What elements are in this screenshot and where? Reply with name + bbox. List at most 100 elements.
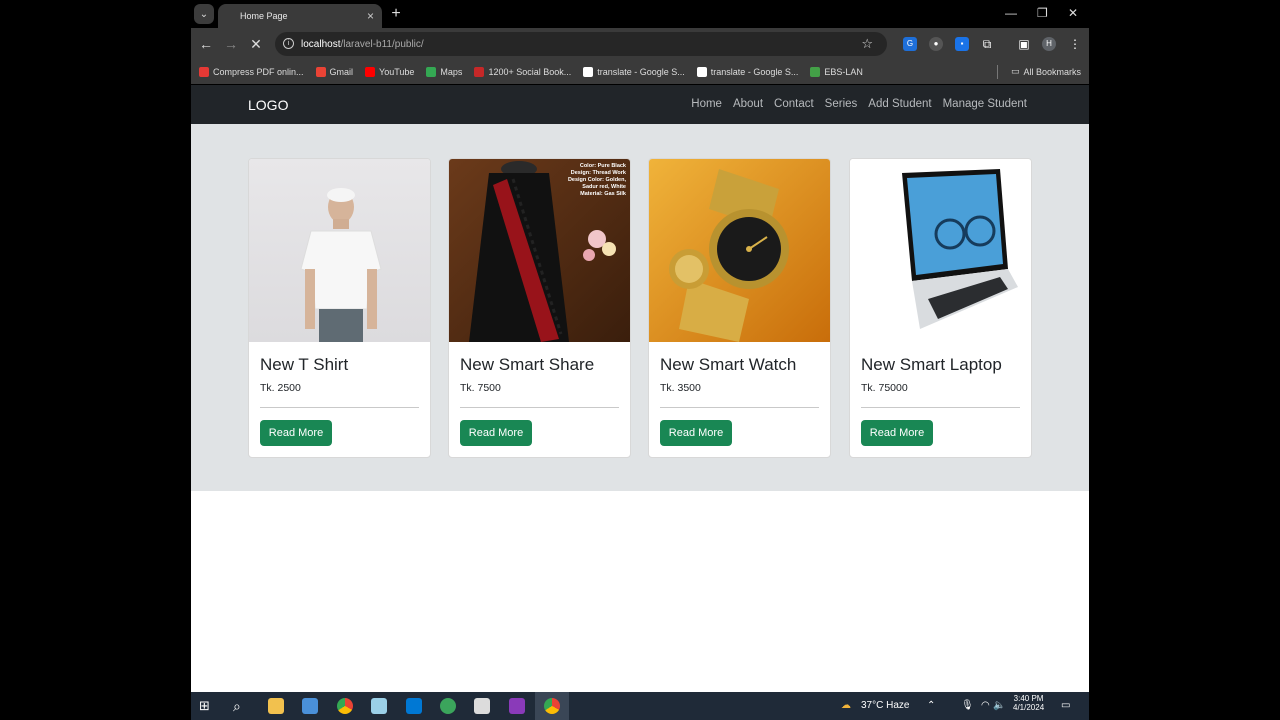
browser-menu-icon[interactable]: ⋮ — [1068, 37, 1082, 51]
product-price: Tk. 75000 — [861, 382, 908, 394]
watch-product-image — [649, 159, 830, 342]
all-bookmarks-label: All Bookmarks — [1023, 66, 1081, 77]
product-price: Tk. 7500 — [460, 382, 501, 394]
bookmark-label: YouTube — [379, 67, 415, 77]
product-title: New Smart Share — [460, 355, 595, 374]
extension-blue-icon[interactable]: ▪ — [955, 37, 969, 51]
card-divider — [460, 407, 619, 408]
notification-icon[interactable]: ▭ — [1061, 700, 1070, 711]
google-icon — [583, 67, 594, 77]
bookmark-item[interactable]: YouTube — [365, 67, 414, 77]
forward-arrow-icon[interactable]: → — [223, 36, 239, 52]
products-section: New T Shirt Tk. 2500 Read More Color: Pu… — [191, 124, 1089, 491]
bookmark-item[interactable]: translate - Google S... — [583, 67, 685, 77]
ebs-icon — [810, 67, 821, 77]
browser-tab-strip: ⌄ Home Page × + — ❐ ✕ — [0, 0, 1280, 28]
file-explorer-icon[interactable] — [268, 698, 284, 714]
tab-title: Home Page — [240, 11, 288, 21]
store-icon[interactable] — [302, 698, 318, 714]
product-title: New T Shirt — [260, 355, 349, 374]
chrome-icon[interactable] — [337, 698, 353, 714]
tray-chevron-icon[interactable]: ⌃ — [927, 700, 935, 711]
laptop-picture — [902, 169, 1018, 329]
bookmarks-divider — [997, 65, 998, 79]
product-card: New Smart Watch Tk. 3500 Read More — [648, 158, 831, 458]
app-icon[interactable] — [440, 698, 456, 714]
all-bookmarks-folder[interactable]: ▭ All Bookmarks — [1011, 66, 1081, 77]
tab-search-chevron-icon[interactable]: ⌄ — [194, 4, 214, 24]
nav-link-home[interactable]: Home — [691, 98, 722, 110]
read-more-button[interactable]: Read More — [660, 420, 732, 446]
minimize-icon[interactable]: — — [1005, 6, 1017, 20]
weather-sun-icon: ☁ — [841, 700, 851, 711]
app-window-icon[interactable] — [474, 698, 490, 714]
weather-text[interactable]: 37°C Haze — [861, 700, 909, 711]
stop-loading-icon[interactable]: ✕ — [248, 36, 264, 52]
saree-caption: Color: Pure Black Design: Thread Work De… — [567, 163, 626, 197]
read-more-button[interactable]: Read More — [861, 420, 933, 446]
vscode-icon[interactable] — [406, 698, 422, 714]
nav-link-about[interactable]: About — [733, 98, 763, 110]
search-icon[interactable]: ⌕ — [233, 698, 249, 714]
bookmark-star-icon[interactable]: ☆ — [861, 36, 873, 52]
bookmark-item[interactable]: translate - Google S... — [696, 67, 799, 77]
chrome-active-icon[interactable] — [544, 698, 560, 714]
bookmark-item[interactable]: 1200+ Social Book... — [474, 67, 571, 77]
gold-watch-picture — [669, 169, 789, 342]
bookmark-label: EBS-LAN — [824, 67, 863, 77]
youtube-icon — [365, 67, 376, 77]
phpstorm-icon[interactable] — [509, 698, 525, 714]
network-icon[interactable]: ◠ — [981, 700, 990, 711]
bookmark-item[interactable]: Gmail — [315, 67, 353, 77]
address-bar[interactable]: i localhost/laravel-b11/public/ ☆ — [275, 32, 887, 56]
bookmark-label: translate - Google S... — [710, 67, 799, 77]
read-more-button[interactable]: Read More — [260, 420, 332, 446]
nav-link-contact[interactable]: Contact — [774, 98, 814, 110]
site-info-icon[interactable]: i — [283, 38, 294, 49]
tshirt-model-picture — [300, 188, 382, 342]
heart-icon — [199, 67, 209, 77]
close-window-icon[interactable]: ✕ — [1068, 6, 1078, 20]
bookmark-label: Maps — [440, 67, 463, 77]
profile-avatar[interactable]: H — [1042, 37, 1056, 51]
nav-link-manage-student[interactable]: Manage Student — [943, 98, 1027, 110]
product-card: Color: Pure Black Design: Thread Work De… — [448, 158, 631, 458]
bookmark-label: Compress PDF onlin... — [213, 67, 304, 77]
social-icon — [474, 67, 485, 77]
clock[interactable]: 3:40 PM 4/1/2024 — [1013, 694, 1044, 712]
url-path: /laravel-b11/public/ — [340, 38, 424, 50]
clock-date: 4/1/2024 — [1013, 703, 1045, 712]
side-panel-icon[interactable]: ▣ — [1017, 37, 1031, 51]
nav-link-add-student[interactable]: Add Student — [868, 98, 931, 110]
windows-start-icon[interactable]: ⊞ — [199, 698, 215, 714]
browser-toolbar: ← → ✕ i localhost/laravel-b11/public/ ☆ … — [191, 28, 1089, 60]
clock-time: 3:40 PM — [1013, 694, 1044, 703]
card-divider — [660, 407, 819, 408]
saree-product-image: Color: Pure Black Design: Thread Work De… — [449, 159, 630, 342]
bookmark-item[interactable]: Maps — [426, 67, 462, 77]
mic-icon[interactable]: 🎙 — [961, 700, 974, 711]
bookmarks-bar: Compress PDF onlin... Gmail YouTube Maps 120… — [191, 60, 1089, 84]
bookmark-label: 1200+ Social Book... — [488, 67, 572, 77]
back-arrow-icon[interactable]: ← — [198, 36, 214, 52]
product-price: Tk. 3500 — [660, 382, 701, 394]
bookmark-label: translate - Google S... — [597, 67, 685, 77]
extensions-puzzle-icon[interactable]: ⧉ — [980, 37, 994, 51]
restore-icon[interactable]: ❐ — [1037, 6, 1048, 20]
tab-close-icon[interactable]: × — [367, 9, 374, 23]
bookmark-item[interactable]: EBS-LAN — [810, 67, 863, 77]
new-tab-plus-icon[interactable]: + — [388, 5, 404, 23]
nav-link-series[interactable]: Series — [825, 98, 858, 110]
extension-translate-icon[interactable]: G — [903, 37, 917, 51]
read-more-button[interactable]: Read More — [460, 420, 532, 446]
bookmark-item[interactable]: Compress PDF onlin... — [199, 67, 304, 77]
volume-icon[interactable]: 🔈 — [993, 700, 1005, 711]
laptop-product-image — [850, 159, 1031, 342]
extension-lock-icon[interactable]: ● — [929, 37, 943, 51]
windows-taskbar: ⊞ ⌕ ☁ 37°C Haze ⌃ 🎙 ◠ 🔈 3:40 PM 4/1/2024… — [191, 692, 1089, 720]
folder-icon: ▭ — [1010, 66, 1020, 76]
site-logo[interactable]: LOGO — [248, 97, 288, 113]
browser-tab[interactable]: Home Page × — [218, 4, 382, 28]
notepad-icon[interactable] — [371, 698, 387, 714]
url-host: localhost — [301, 38, 341, 50]
